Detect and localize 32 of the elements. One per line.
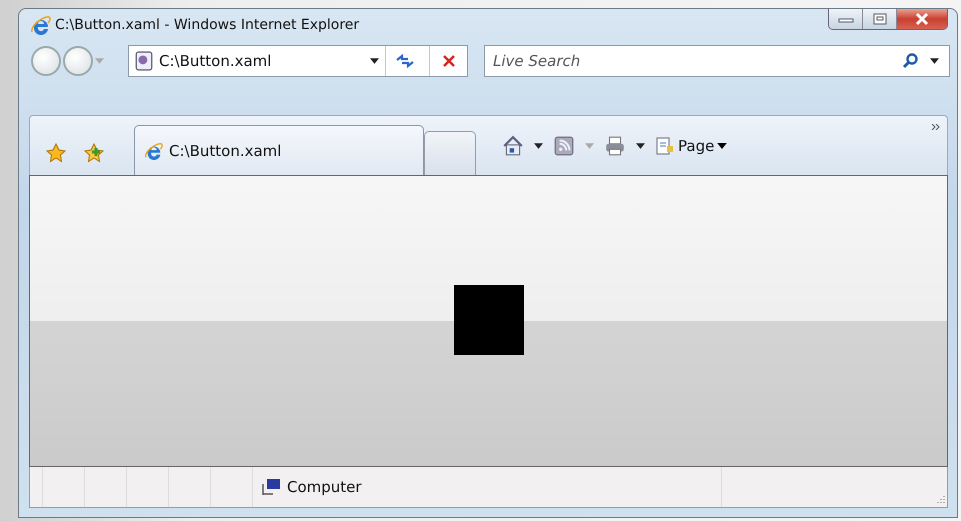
dropdown-icon[interactable] — [636, 142, 645, 148]
stop-icon — [442, 54, 456, 68]
refresh-icon — [394, 54, 414, 68]
page-icon — [135, 51, 153, 71]
add-favorite-icon[interactable] — [84, 143, 104, 163]
close-button[interactable] — [897, 9, 947, 29]
resize-grip-icon[interactable] — [935, 495, 945, 505]
search-icon[interactable] — [902, 53, 918, 69]
computer-icon — [261, 478, 281, 496]
tab[interactable]: C:\Button.xaml — [134, 125, 424, 175]
home-icon[interactable] — [502, 134, 524, 156]
new-tab-button[interactable] — [424, 131, 476, 175]
dropdown-icon[interactable] — [534, 142, 543, 148]
search-field[interactable]: Live Search — [491, 51, 890, 71]
search-box[interactable]: Live Search — [484, 45, 950, 77]
feed-icon[interactable] — [553, 134, 575, 156]
printer-icon[interactable] — [604, 134, 626, 156]
page-icon — [655, 136, 675, 156]
minimize-button[interactable] — [829, 9, 863, 29]
dropdown-icon[interactable] — [370, 58, 379, 64]
caret-icon — [717, 142, 728, 148]
chevron-icon[interactable] — [931, 124, 941, 130]
address-text: C:\Button.xaml — [159, 52, 272, 70]
zone-label: Computer — [287, 478, 362, 496]
address-field[interactable]: C:\Button.xaml — [128, 45, 468, 77]
browser-logo-icon — [31, 15, 51, 35]
page-menu-button[interactable]: Page — [655, 136, 728, 156]
window-title: C:\Button.xaml - Windows Internet Explorer — [55, 17, 360, 33]
browser-logo-icon — [145, 142, 163, 160]
star-icon[interactable] — [46, 143, 66, 163]
dropdown-icon[interactable] — [930, 58, 939, 64]
maximize-button[interactable] — [863, 9, 897, 29]
